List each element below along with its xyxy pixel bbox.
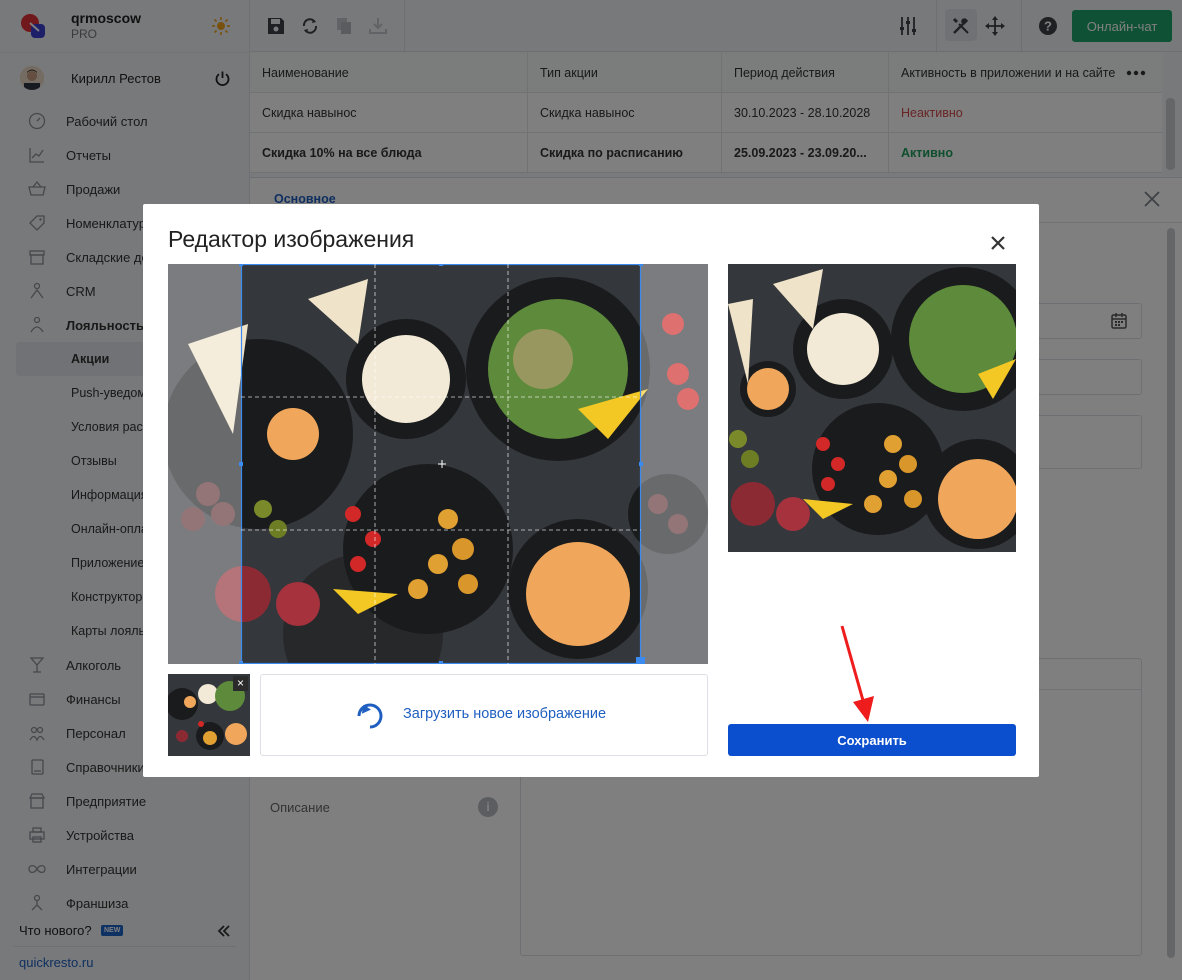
preview-photo [728, 264, 1016, 552]
save-button[interactable]: Сохранить [728, 724, 1016, 756]
upload-new-image-button[interactable]: Загрузить новое изображение [260, 674, 708, 756]
modal-title: Редактор изображения [168, 226, 415, 252]
remove-thumbnail-button[interactable]: × [233, 676, 248, 691]
food-photo [168, 264, 708, 664]
close-icon[interactable] [989, 234, 1007, 252]
image-crop-area[interactable] [168, 264, 708, 664]
refresh-icon [357, 703, 383, 729]
annotation-arrow-icon [840, 625, 874, 722]
image-editor-modal: Редактор изображения × Загрузить новое и… [143, 204, 1039, 777]
upload-label: Загрузить новое изображение [403, 706, 607, 722]
image-preview [728, 264, 1016, 552]
